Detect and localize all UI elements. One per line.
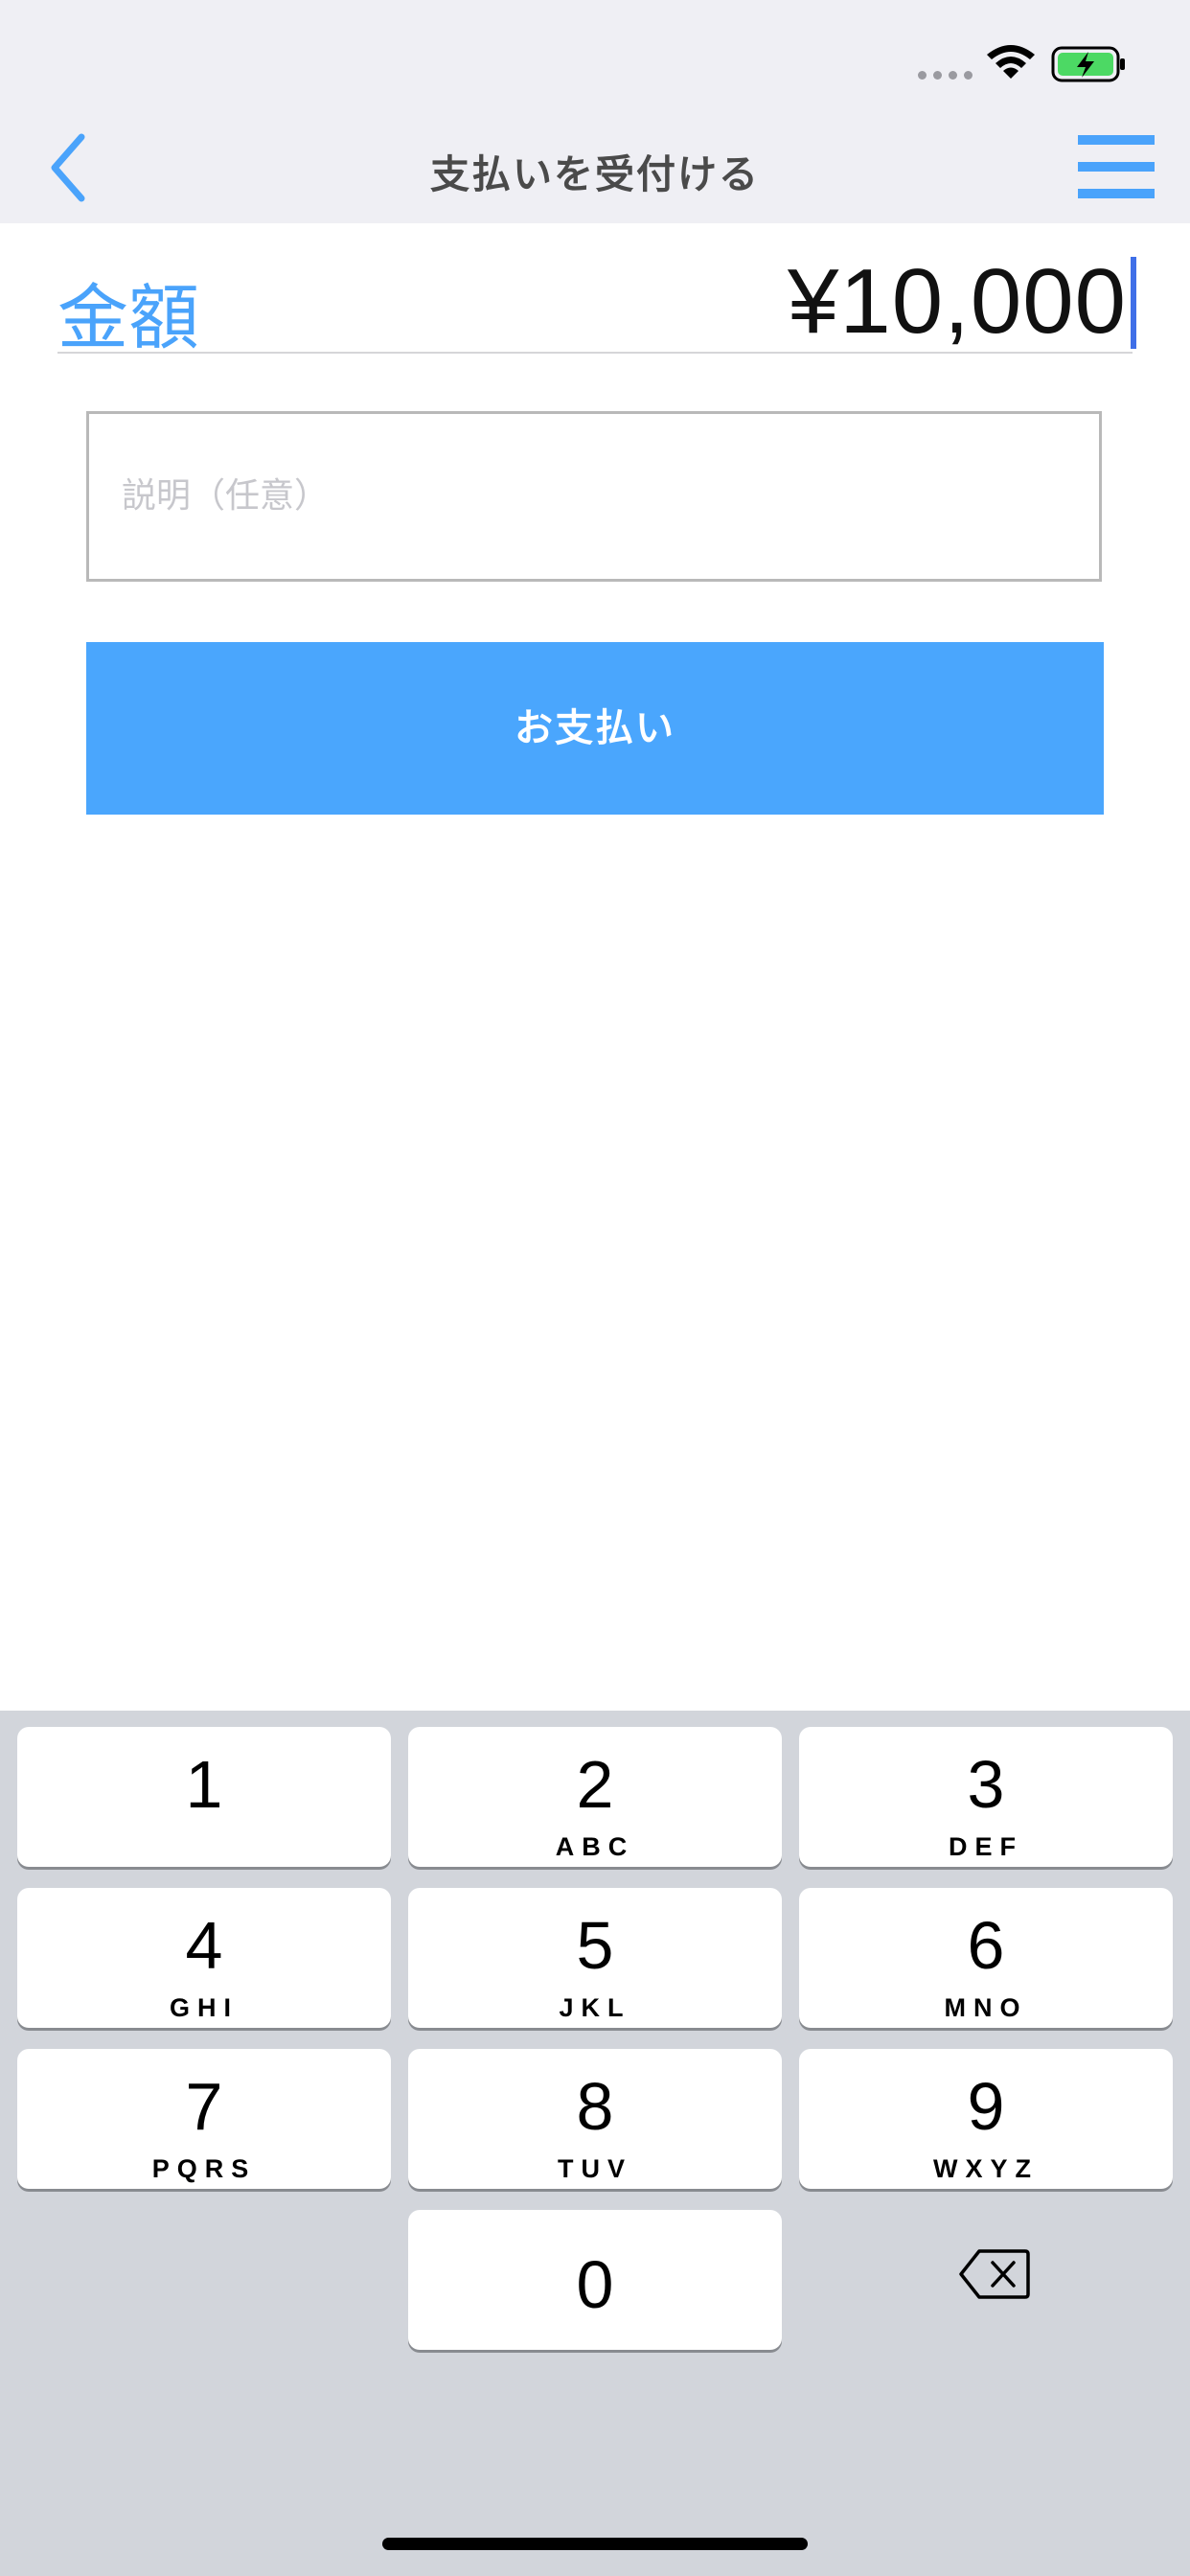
key-number: 7: [185, 2069, 223, 2144]
key-number: 4: [185, 1908, 223, 1983]
key-letters: ABC: [555, 1832, 635, 1861]
key-letters: GHI: [169, 1993, 239, 2022]
key-number: 9: [967, 2069, 1005, 2144]
key-letters: TUV: [558, 2154, 632, 2183]
key-8[interactable]: 8 TUV: [408, 2049, 782, 2189]
text-cursor: [1131, 257, 1136, 349]
battery-charging-icon: [1051, 46, 1125, 82]
key-number: 5: [576, 1908, 614, 1983]
key-number: 1: [185, 1747, 223, 1822]
key-letters: MNO: [944, 1993, 1028, 2022]
key-6[interactable]: 6 MNO: [799, 1888, 1173, 2028]
key-2[interactable]: 2 ABC: [408, 1727, 782, 1867]
key-5[interactable]: 5 JKL: [408, 1888, 782, 2028]
key-number: 6: [967, 1908, 1005, 1983]
key-number: 0: [576, 2247, 614, 2322]
key-1[interactable]: 1: [17, 1727, 391, 1867]
description-input[interactable]: 説明（任意）: [86, 411, 1102, 582]
pay-button[interactable]: お支払い: [86, 642, 1104, 815]
amount-value: ¥10,000: [787, 250, 1127, 353]
key-letters: PQRS: [151, 2154, 257, 2183]
key-0[interactable]: 0: [408, 2210, 782, 2350]
key-number: 8: [576, 2069, 614, 2144]
home-indicator[interactable]: [382, 2538, 808, 2550]
top-bar: 支払いを受付ける: [0, 0, 1190, 223]
key-3[interactable]: 3 DEF: [799, 1727, 1173, 1867]
key-7[interactable]: 7 PQRS: [17, 2049, 391, 2189]
wifi-icon: [987, 45, 1035, 79]
amount-label: 金額: [57, 277, 199, 359]
key-9[interactable]: 9 WXYZ: [799, 2049, 1173, 2189]
menu-button[interactable]: [1078, 135, 1155, 202]
key-number: 2: [576, 1747, 614, 1822]
hamburger-icon: [1078, 135, 1155, 145]
key-letters: JKL: [559, 1993, 631, 2022]
page-title: 支払いを受付ける: [430, 151, 760, 197]
backspace-icon[interactable]: [958, 2247, 1031, 2301]
cellular-signal-icon: [918, 71, 973, 80]
key-number: 3: [967, 1747, 1005, 1822]
key-letters: WXYZ: [933, 2154, 1039, 2183]
amount-field[interactable]: 金額 ¥10,000: [57, 249, 1136, 359]
status-bar: [0, 0, 1190, 125]
key-4[interactable]: 4 GHI: [17, 1888, 391, 2028]
key-letters: DEF: [949, 1832, 1023, 1861]
